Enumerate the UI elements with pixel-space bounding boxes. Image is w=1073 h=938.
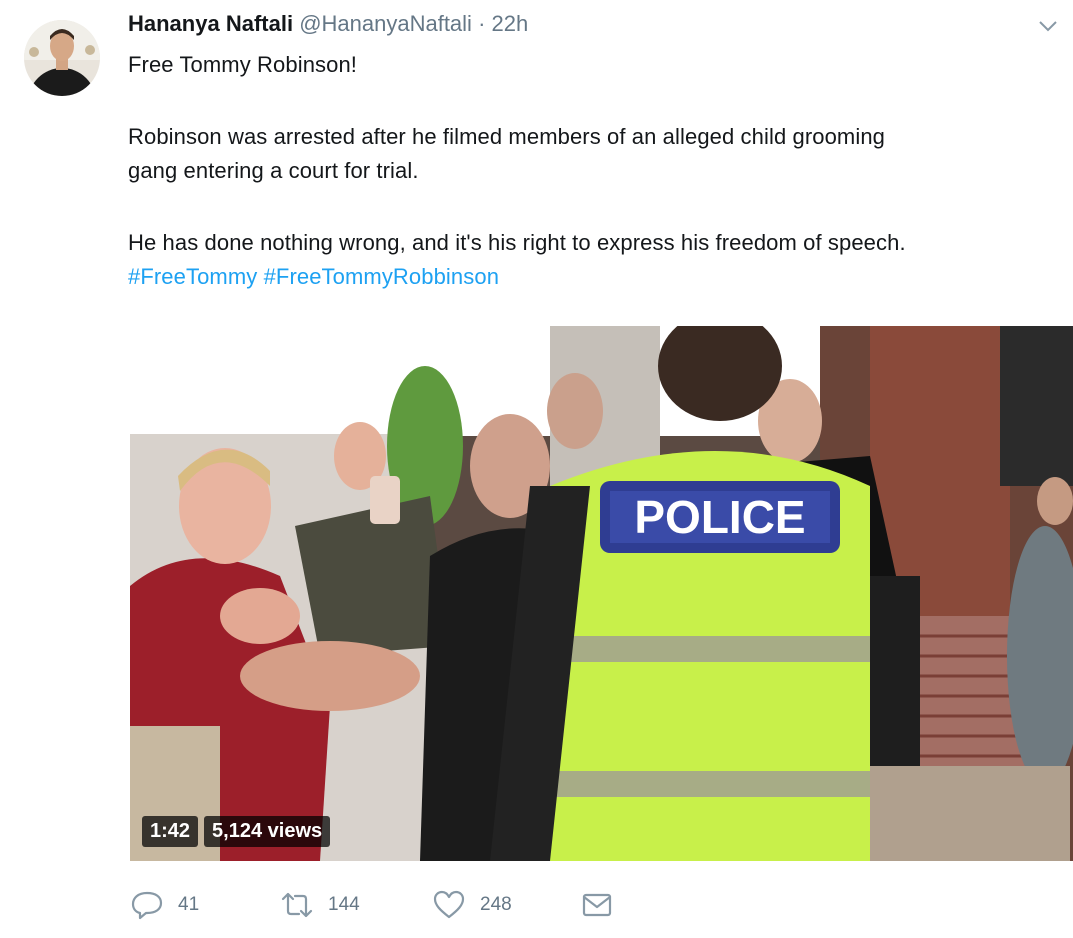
reply-count: 41 (178, 894, 200, 915)
retweet-count: 144 (328, 894, 360, 915)
separator-dot: · (478, 11, 486, 36)
video-views: 5,124 views (204, 815, 331, 847)
tweet-header: Hananya Naftali @HananyaNaftali · 22h (128, 10, 528, 38)
reply-icon (131, 891, 163, 920)
video-duration: 1:42 (142, 815, 199, 847)
envelope-icon (582, 893, 612, 917)
retweet-icon (281, 892, 313, 918)
reply-button[interactable]: 41 (130, 889, 280, 921)
author-name[interactable]: Hananya Naftali (128, 11, 293, 36)
like-count: 248 (480, 894, 512, 915)
heart-icon (433, 890, 465, 919)
tweet-line: Free Tommy Robinson! (128, 52, 358, 77)
message-button[interactable] (580, 889, 614, 921)
hashtags: #FreeTommy #FreeTommyRobbinson (128, 260, 1063, 294)
video-player[interactable]: POLICE 1:42 5,124 views (130, 326, 1073, 861)
tweet-timestamp[interactable]: 22h (492, 11, 529, 36)
hashtag-link[interactable]: #FreeTommyRobbinson (264, 264, 499, 289)
author-handle[interactable]: @HananyaNaftali (299, 11, 472, 36)
hashtag-link[interactable]: #FreeTommy (128, 264, 257, 289)
tweet-actions: 41 144 248 (130, 888, 614, 922)
like-button[interactable]: 248 (432, 889, 580, 921)
tweet-line: Robinson was arrested after he filmed me… (128, 124, 886, 149)
retweet-button[interactable]: 144 (280, 889, 432, 921)
avatar[interactable] (22, 12, 102, 102)
chevron-down-icon[interactable] (1037, 18, 1059, 34)
tweet-line: gang entering a court for trial. (128, 158, 419, 183)
police-vest-label: POLICE (634, 491, 805, 543)
video-overlay-badges: 1:42 5,124 views (142, 815, 336, 847)
tweet-text: Free Tommy Robinson! Robinson was arrest… (128, 48, 1063, 294)
video-frame: POLICE (130, 326, 1073, 861)
tweet-line: He has done nothing wrong, and it's his … (128, 230, 906, 255)
